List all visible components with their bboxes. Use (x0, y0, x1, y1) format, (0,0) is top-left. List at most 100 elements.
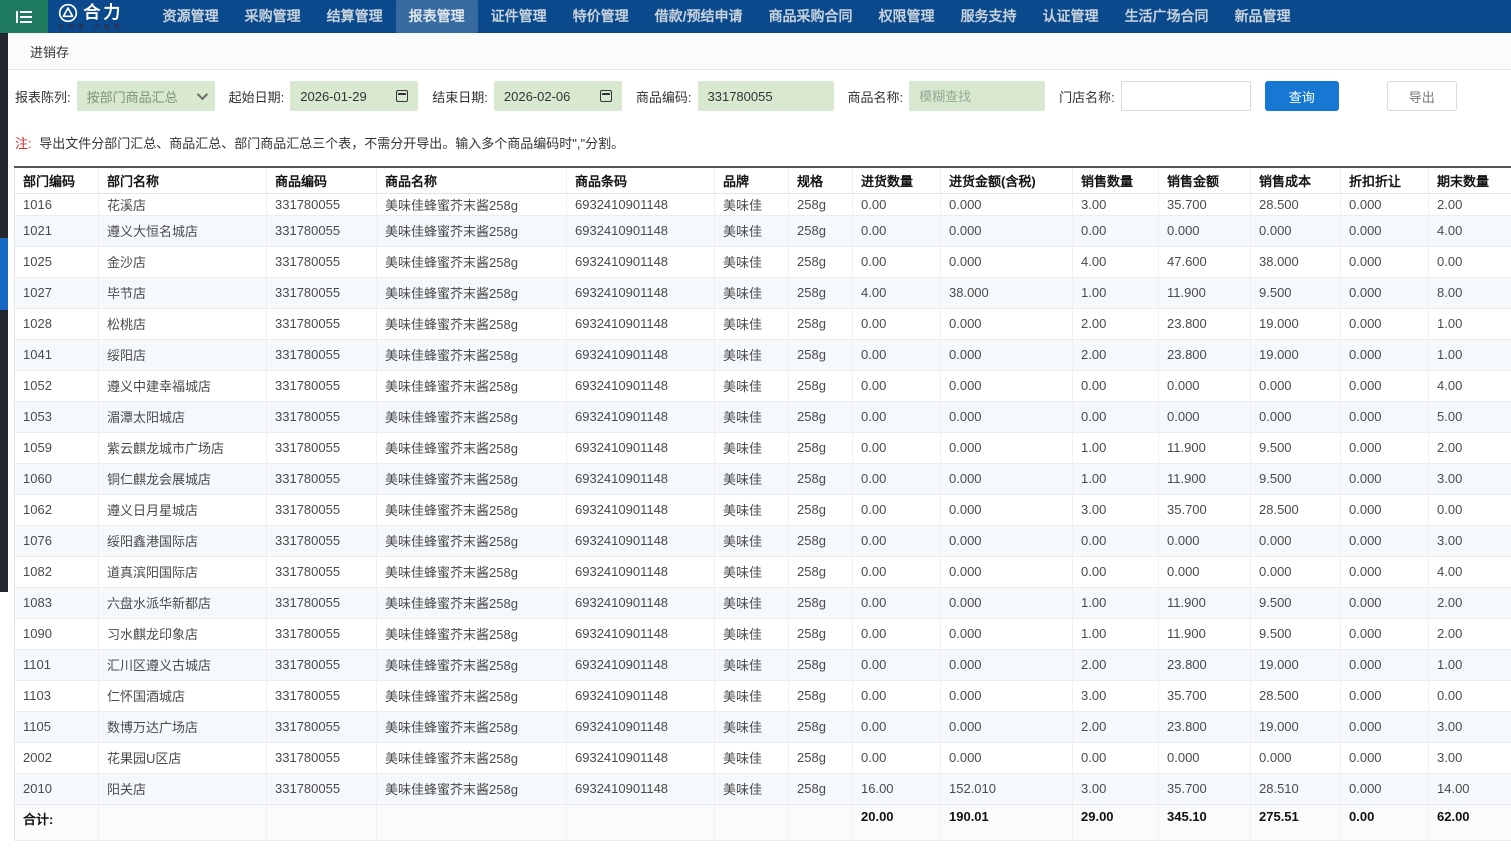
table-cell: 0.000 (1341, 773, 1429, 804)
table-cell: 美味佳 (715, 339, 789, 370)
column-header: 销售成本 (1251, 167, 1341, 193)
calendar-icon (396, 90, 408, 102)
table-cell: 0.00 (853, 215, 941, 246)
totals-row[interactable]: 合计:20.00190.0129.00345.10275.510.0062.00 (15, 804, 1511, 840)
product-code-input[interactable] (708, 89, 824, 104)
table-cell: 6932410901148 (567, 370, 715, 401)
table-cell: 0.00 (1073, 401, 1159, 432)
table-cell: 3.00 (1429, 711, 1511, 742)
table-row[interactable]: 1041绥阳店331780055美味佳蜂蜜芥末酱258g693241090114… (15, 339, 1511, 370)
table-cell: 美味佳 (715, 742, 789, 773)
table-row[interactable]: 1062遵义日月星城店331780055美味佳蜂蜜芥末酱258g69324109… (15, 494, 1511, 525)
table-row[interactable]: 1103仁怀国酒城店331780055美味佳蜂蜜芥末酱258g693241090… (15, 680, 1511, 711)
table-cell: 6932410901148 (567, 649, 715, 680)
nav-item[interactable]: 资源管理 (150, 0, 232, 33)
product-code-label: 商品编码: (636, 87, 692, 106)
table-row[interactable]: 1028松桃店331780055美味佳蜂蜜芥末酱258g693241090114… (15, 308, 1511, 339)
table-row[interactable]: 2002花果园U区店331780055美味佳蜂蜜芥末酱258g693241090… (15, 742, 1511, 773)
table-row[interactable]: 1082道真滨阳国际店331780055美味佳蜂蜜芥末酱258g69324109… (15, 556, 1511, 587)
end-date-input[interactable]: 2026-02-06 (494, 81, 622, 111)
table-cell: 0.000 (941, 215, 1073, 246)
collapsed-sidebar[interactable] (0, 33, 8, 592)
table-cell: 美味佳 (715, 556, 789, 587)
table-cell: 0.000 (941, 711, 1073, 742)
nav-item[interactable]: 报表管理 (396, 0, 478, 33)
column-header: 规格 (789, 167, 853, 193)
table-cell: 0.000 (941, 463, 1073, 494)
table-cell: 3.00 (1073, 773, 1159, 804)
table-cell: 331780055 (267, 215, 377, 246)
nav-item[interactable]: 结算管理 (314, 0, 396, 33)
nav-item[interactable]: 认证管理 (1030, 0, 1112, 33)
table-cell: 28.510 (1251, 773, 1341, 804)
table-row[interactable]: 1021遵义大恒名城店331780055美味佳蜂蜜芥末酱258g69324109… (15, 215, 1511, 246)
column-header: 折扣折让 (1341, 167, 1429, 193)
table-cell: 6932410901148 (567, 432, 715, 463)
query-button[interactable]: 查询 (1265, 81, 1339, 111)
table-row[interactable]: 1027毕节店331780055美味佳蜂蜜芥末酱258g693241090114… (15, 277, 1511, 308)
table-cell: 美味佳蜂蜜芥末酱258g (377, 463, 567, 494)
nav-item[interactable]: 商品采购合同 (756, 0, 866, 33)
filter-bar: 报表陈列: 按部门商品汇总 起始日期: 2026-01-29 结束日期: 202… (0, 70, 1511, 122)
table-cell: 1052 (15, 370, 99, 401)
table-cell: 23.800 (1159, 649, 1251, 680)
nav-item[interactable]: 特价管理 (560, 0, 642, 33)
report-type-select[interactable]: 按部门商品汇总 (77, 81, 215, 111)
table-cell: 1053 (15, 401, 99, 432)
table-cell: 258g (789, 401, 853, 432)
table-row[interactable]: 2010阳关店331780055美味佳蜂蜜芥末酱258g693241090114… (15, 773, 1511, 804)
table-row[interactable]: 1025金沙店331780055美味佳蜂蜜芥末酱258g693241090114… (15, 246, 1511, 277)
table-cell: 331780055 (267, 277, 377, 308)
table-row[interactable]: 1016花溪店331780055美味佳蜂蜜芥末酱258g693241090114… (15, 193, 1511, 215)
table-cell: 9.500 (1251, 587, 1341, 618)
table-row[interactable]: 1052遵义中建幸福城店331780055美味佳蜂蜜芥末酱258g6932410… (15, 370, 1511, 401)
report-table: 部门编码部门名称商品编码商品名称商品条码品牌规格进货数量进货金额(含税)销售数量… (14, 166, 1511, 841)
store-name-input[interactable] (1121, 81, 1251, 111)
export-button[interactable]: 导出 (1387, 81, 1457, 111)
menu-toggle-button[interactable] (0, 0, 48, 33)
nav-item[interactable]: 服务支持 (948, 0, 1030, 33)
table-row[interactable]: 1083六盘水派华新都店331780055美味佳蜂蜜芥末酱258g6932410… (15, 587, 1511, 618)
table-cell: 258g (789, 649, 853, 680)
table-cell: 0.00 (853, 463, 941, 494)
tab-jinxiaocun[interactable]: 进销存 (30, 42, 69, 61)
table-cell: 0.00 (853, 339, 941, 370)
table-cell: 258g (789, 773, 853, 804)
table-cell: 9.500 (1251, 618, 1341, 649)
table-cell: 0.00 (853, 525, 941, 556)
start-date-input[interactable]: 2026-01-29 (290, 81, 418, 111)
table-cell: 美味佳蜂蜜芥末酱258g (377, 432, 567, 463)
table-cell: 绥阳店 (99, 339, 267, 370)
table-cell (377, 804, 567, 840)
table-row[interactable]: 1076绥阳鑫港国际店331780055美味佳蜂蜜芥末酱258g69324109… (15, 525, 1511, 556)
table-cell: 11.900 (1159, 277, 1251, 308)
nav-item[interactable]: 权限管理 (866, 0, 948, 33)
table-cell: 331780055 (267, 370, 377, 401)
table-cell: 1.00 (1073, 277, 1159, 308)
table-row[interactable]: 1101汇川区遵义古城店331780055美味佳蜂蜜芥末酱258g6932410… (15, 649, 1511, 680)
table-row[interactable]: 1053湄潭太阳城店331780055美味佳蜂蜜芥末酱258g693241090… (15, 401, 1511, 432)
table-row[interactable]: 1090习水麒龙印象店331780055美味佳蜂蜜芥末酱258g69324109… (15, 618, 1511, 649)
heli-logo-icon (58, 3, 78, 23)
table-cell: 美味佳蜂蜜芥末酱258g (377, 370, 567, 401)
table-cell: 0.000 (941, 618, 1073, 649)
table-cell: 遵义中建幸福城店 (99, 370, 267, 401)
table-cell: 6932410901148 (567, 494, 715, 525)
table-cell: 2.00 (1429, 432, 1511, 463)
table-cell: 美味佳 (715, 525, 789, 556)
nav-item[interactable]: 新品管理 (1222, 0, 1304, 33)
sidebar-scroll-thumb[interactable] (0, 238, 8, 310)
table-cell: 绥阳鑫港国际店 (99, 525, 267, 556)
product-name-label: 商品名称: (848, 87, 904, 106)
nav-item[interactable]: 采购管理 (232, 0, 314, 33)
table-row[interactable]: 1059紫云麒龙城市广场店331780055美味佳蜂蜜芥末酱258g693241… (15, 432, 1511, 463)
nav-item[interactable]: 借款/预结申请 (642, 0, 756, 33)
table-cell: 0.000 (1341, 525, 1429, 556)
table-cell: 0.000 (1251, 742, 1341, 773)
table-cell (567, 804, 715, 840)
table-row[interactable]: 1060铜仁麒龙会展城店331780055美味佳蜂蜜芥末酱258g6932410… (15, 463, 1511, 494)
table-row[interactable]: 1105数博万达广场店331780055美味佳蜂蜜芥末酱258g69324109… (15, 711, 1511, 742)
nav-item[interactable]: 生活广场合同 (1112, 0, 1222, 33)
product-name-input[interactable] (919, 89, 1035, 104)
nav-item[interactable]: 证件管理 (478, 0, 560, 33)
